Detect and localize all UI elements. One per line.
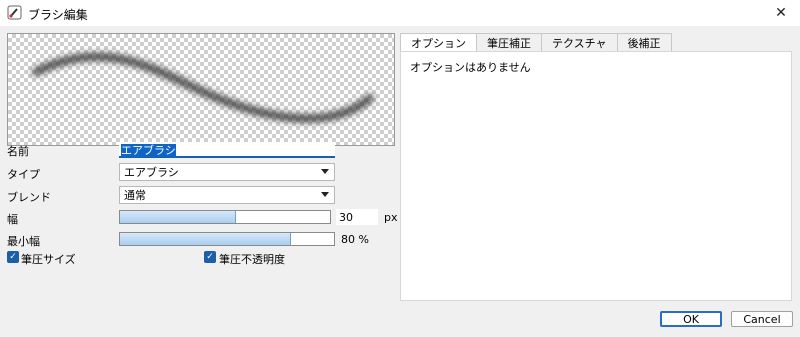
min-width-label: 最小幅 [7,235,40,248]
tab-texture[interactable]: テクスチャ [541,33,618,51]
tab-options[interactable]: オプション [400,33,477,52]
no-options-message: オプションはありません [410,61,531,74]
tab-post-correction[interactable]: 後補正 [616,33,672,51]
tab-label: オプション [411,37,466,50]
name-input[interactable]: エアブラシ [119,142,335,158]
name-label: 名前 [7,145,29,158]
brush-stroke-preview [32,52,374,123]
width-unit: px [384,211,398,224]
tab-label: テクスチャ [552,36,607,50]
brush-app-icon [7,5,22,20]
min-width-slider-fill [120,233,292,245]
width-input[interactable]: 30 [336,209,378,225]
cancel-button[interactable]: Cancel [731,311,793,327]
name-value: エアブラシ [121,144,176,157]
blend-value: 通常 [124,189,146,202]
tab-label: 後補正 [627,36,661,50]
brush-preview [7,33,395,146]
pressure-opacity-label: 筆圧不透明度 [219,253,285,266]
type-label: タイプ [7,168,40,181]
width-slider-fill [120,211,236,223]
close-icon: ✕ [775,5,787,21]
chevron-down-icon [321,169,329,174]
ok-button[interactable]: OK [660,311,722,327]
check-icon: ✓ [9,251,17,262]
tab-label: 筆圧補正 [487,36,531,50]
title-bar: ブラシ編集 ✕ [0,0,800,26]
blend-label: ブレンド [7,191,51,204]
pressure-opacity-checkbox[interactable]: ✓ [204,251,216,263]
tab-bar: オプション 筆圧補正 テクスチャ 後補正 [400,33,672,52]
type-select[interactable]: エアブラシ [119,163,335,181]
close-button[interactable]: ✕ [762,0,800,26]
blend-select[interactable]: 通常 [119,186,335,204]
chevron-down-icon [321,192,329,197]
check-icon: ✓ [206,251,214,262]
pressure-size-label: 筆圧サイズ [21,253,76,266]
min-width-slider[interactable] [119,232,335,246]
window-title: ブラシ編集 [28,8,88,22]
tab-panel: オプションはありません [400,51,792,301]
pressure-size-checkbox[interactable]: ✓ [7,251,19,263]
tab-pressure-correction[interactable]: 筆圧補正 [476,33,542,51]
width-slider[interactable] [119,210,331,224]
type-value: エアブラシ [124,166,179,179]
width-label: 幅 [7,213,18,226]
min-width-value: 80 % [341,233,369,246]
